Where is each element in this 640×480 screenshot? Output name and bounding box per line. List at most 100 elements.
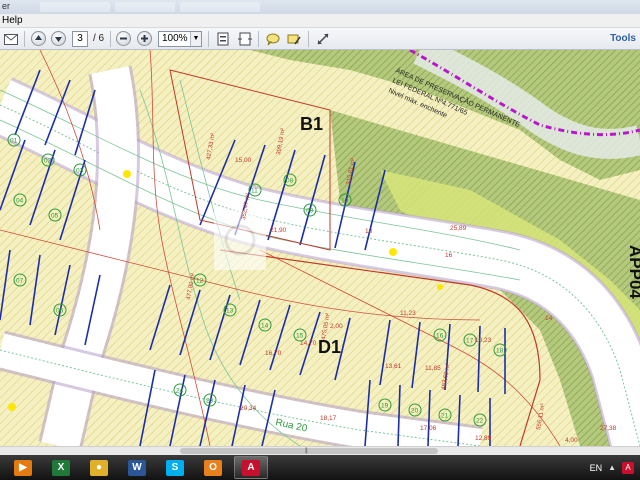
acrobat-icon: A — [242, 459, 260, 476]
pdf-document-view[interactable]: B1 D1 APP04 Rua 20 ÁREA DE PRESERVAÇÃO P… — [0, 50, 640, 446]
dimension-label: 12,89 — [475, 435, 492, 442]
zoom-select[interactable]: 100% ▼ — [158, 31, 202, 47]
toolbar-separator — [24, 31, 25, 47]
dimension-label: 14,70 — [300, 340, 317, 347]
marker-dot — [389, 248, 397, 256]
taskbar-outlook[interactable]: O — [196, 456, 230, 479]
dimension-label: 18 — [365, 228, 373, 235]
lot-number: 03 — [76, 168, 84, 175]
taskbar-media-player[interactable]: ▶ — [6, 456, 40, 479]
dimension-label: 27,38 — [600, 425, 617, 432]
highlight-icon[interactable] — [285, 30, 303, 48]
marker-dot — [123, 170, 131, 178]
toolbar-separator — [208, 31, 209, 47]
horizontal-scrollbar[interactable]: ||| — [0, 446, 640, 455]
block-label-b1: B1 — [300, 114, 323, 134]
skype-icon: S — [166, 459, 184, 476]
chevron-down-icon[interactable]: ▼ — [190, 32, 201, 46]
lot-number: 23 — [206, 398, 214, 405]
tab-ghost[interactable] — [40, 2, 110, 12]
lot-number: 16 — [436, 333, 444, 340]
tab-fragment: er — [2, 1, 11, 11]
fit-page-icon[interactable] — [214, 30, 232, 48]
dimension-label: 18,17 — [320, 415, 337, 422]
previous-page-icon[interactable] — [31, 31, 46, 46]
zoom-out-icon[interactable] — [116, 31, 131, 46]
lot-number: 05 — [51, 213, 59, 220]
taskbar-word[interactable]: W — [120, 456, 154, 479]
next-page-icon[interactable] — [51, 31, 66, 46]
scroll-grip-icon: ||| — [305, 448, 308, 454]
lot-number: 20 — [411, 408, 419, 415]
lot-number: 19 — [381, 403, 389, 410]
zoom-in-icon[interactable] — [137, 31, 152, 46]
toolbar-separator — [308, 31, 309, 47]
zoom-value: 100% — [162, 33, 188, 44]
dimension-label: 11,85 — [425, 365, 441, 372]
dimension-label: 10,23 — [475, 337, 492, 344]
lot-number: 07 — [16, 278, 24, 285]
taskbar-skype[interactable]: S — [158, 456, 192, 479]
dimension-label: 16 — [445, 252, 453, 259]
tab-ghost[interactable] — [180, 2, 260, 12]
taskbar-acrobat[interactable]: A — [234, 456, 268, 479]
dimension-label: 11,23 — [400, 310, 416, 317]
tools-link[interactable]: Tools — [610, 33, 636, 44]
dimension-label: 16,70 — [265, 350, 282, 357]
side-label-app04: APP04 — [626, 245, 640, 299]
comment-icon[interactable] — [264, 30, 282, 48]
chrome-icon: ● — [90, 459, 108, 476]
marker-dot — [8, 403, 16, 411]
dimension-label: 14 — [545, 315, 553, 322]
lot-number: 10 — [341, 198, 349, 205]
menu-help[interactable]: Help — [0, 15, 25, 26]
lot-number: 14 — [261, 323, 269, 330]
page-total: / 6 — [93, 33, 105, 44]
pdf-reader-window: er Help 3 / 6 100% ▼ Tools B1 D1 APP04 R… — [0, 0, 640, 480]
word-icon: W — [128, 459, 146, 476]
toolbar: 3 / 6 100% ▼ Tools — [0, 28, 640, 50]
lot-number: 01 — [10, 138, 18, 145]
fit-width-icon[interactable] — [236, 30, 254, 48]
lot-number: 09 — [306, 208, 314, 215]
lot-number: 17 — [466, 338, 474, 345]
dimension-label: 21,90 — [270, 227, 287, 234]
lot-number: 24 — [176, 388, 184, 395]
media-player-icon: ▶ — [14, 459, 32, 476]
dimension-label: 15,00 — [235, 157, 252, 164]
scrollbar-thumb[interactable] — [180, 448, 438, 454]
outlook-icon: O — [204, 459, 222, 476]
expand-icon[interactable] — [314, 30, 332, 48]
excel-icon: X — [52, 459, 70, 476]
lot-number: 06 — [56, 308, 64, 315]
dimension-label: 25,89 — [450, 225, 467, 232]
marker-dot — [437, 284, 443, 290]
menu-bar: Help — [0, 14, 640, 28]
lot-number: 15 — [296, 333, 304, 340]
dimension-label: 2,00 — [330, 323, 343, 330]
email-icon[interactable] — [2, 30, 20, 48]
lot-number: 22 — [476, 418, 484, 425]
lot-number: 12 — [196, 278, 204, 285]
tab-ghost[interactable] — [115, 2, 175, 12]
system-tray: EN ▲ A — [590, 455, 640, 480]
lot-number: 18 — [496, 348, 504, 355]
lot-number: 13 — [226, 308, 234, 315]
dimension-label: 13,61 — [385, 363, 402, 370]
toolbar-separator — [110, 31, 111, 47]
lot-number: 21 — [441, 413, 449, 420]
taskbar-excel[interactable]: X — [44, 456, 78, 479]
lot-number: 04 — [16, 198, 24, 205]
taskbar-chrome[interactable]: ● — [82, 456, 116, 479]
tray-arrow-icon[interactable]: ▲ — [608, 463, 616, 472]
lot-plan-drawing: B1 D1 APP04 Rua 20 ÁREA DE PRESERVAÇÃO P… — [0, 50, 640, 446]
lot-number: 08 — [286, 178, 294, 185]
toolbar-separator — [258, 31, 259, 47]
watermark-logo — [214, 210, 266, 270]
dimension-label: 20,34 — [240, 405, 257, 412]
page-number-input[interactable]: 3 — [72, 31, 88, 47]
dimension-label: 4,00 — [565, 437, 578, 444]
language-indicator[interactable]: EN — [590, 463, 603, 473]
acrobat-tray-icon[interactable]: A — [622, 461, 634, 474]
windows-taskbar: ▶ X ● W S O A EN ▲ A — [0, 455, 640, 480]
